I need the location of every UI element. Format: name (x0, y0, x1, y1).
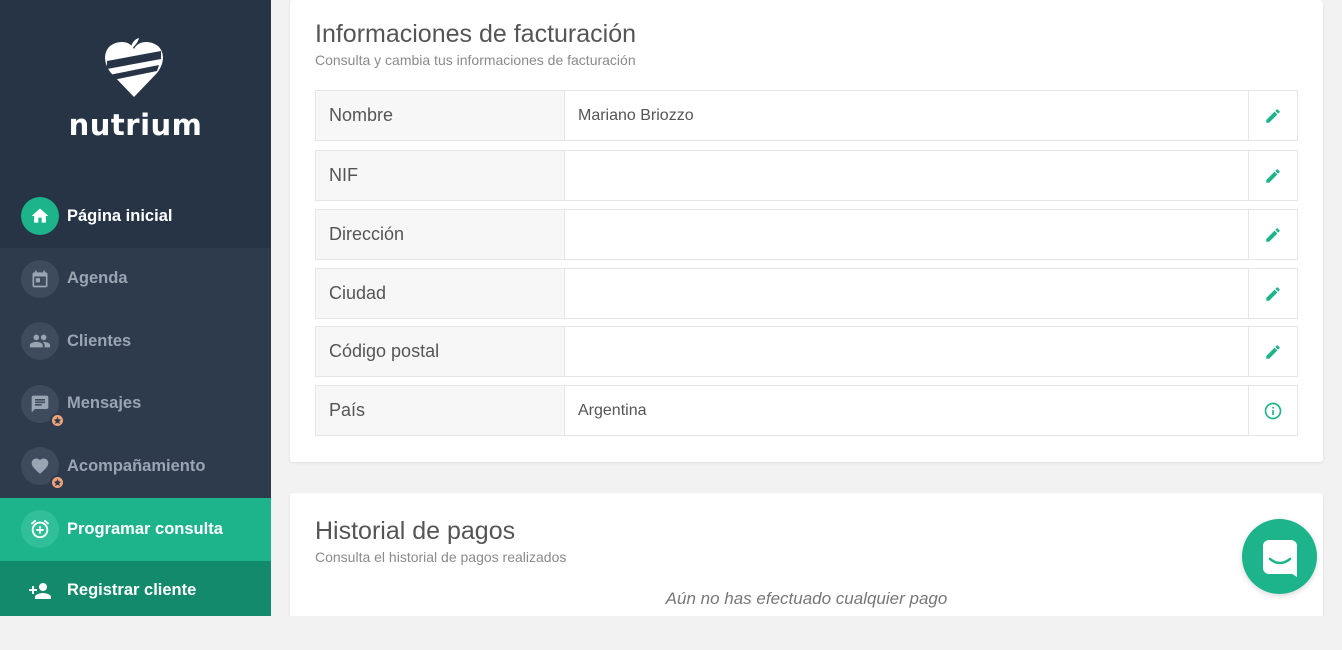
edit-icon (1266, 286, 1280, 301)
nutrium-logo-icon[interactable] (101, 37, 167, 99)
sidebar-item-label: Agenda (67, 269, 128, 288)
billing-row-city: Ciudad (315, 268, 1298, 319)
edit-icon (1266, 108, 1280, 123)
sidebar-item-label: Página inicial (67, 206, 173, 225)
sidebar-item-agenda[interactable]: Agenda (0, 248, 271, 311)
row-label: Código postal (316, 327, 565, 376)
chat-icon (1262, 539, 1297, 577)
billing-row-name: Nombre Mariano Briozzo (315, 90, 1298, 141)
sidebar-item-label: Mensajes (67, 394, 142, 413)
page-footer-area (0, 616, 1342, 650)
edit-name-button[interactable] (1248, 91, 1297, 140)
row-label: País (316, 386, 565, 435)
edit-nif-button[interactable] (1248, 151, 1297, 200)
row-label: Dirección (316, 210, 565, 259)
heart-icon (21, 447, 65, 491)
nutrium-logo-text: nutrium (68, 108, 203, 142)
billing-row-nif: NIF (315, 150, 1298, 201)
sidebar-item-clients[interactable]: Clientes (0, 310, 271, 373)
billing-row-postal-code: Código postal (315, 326, 1298, 377)
edit-address-button[interactable] (1248, 210, 1297, 259)
edit-postal-code-button[interactable] (1248, 327, 1297, 376)
row-value (565, 327, 1248, 376)
row-value: Argentina (578, 401, 647, 419)
payments-subtitle: Consulta el historial de pagos realizado… (315, 549, 567, 565)
row-label: Ciudad (316, 269, 565, 318)
edit-icon (1266, 168, 1280, 183)
sidebar-item-tracking[interactable]: Acompañamiento (0, 435, 271, 498)
star-badge-icon (50, 412, 65, 428)
sidebar-item-label: Clientes (67, 331, 132, 350)
row-value: Mariano Briozzo (578, 106, 694, 124)
sidebar-item-messages[interactable]: Mensajes (0, 373, 271, 436)
row-value (565, 210, 1248, 259)
message-icon (21, 384, 65, 428)
star-badge-icon (50, 475, 65, 491)
row-value (565, 269, 1248, 318)
calendar-icon (21, 259, 59, 298)
register-client-label: Registrar cliente (67, 581, 197, 599)
billing-subtitle: Consulta y cambia tus informaciones de f… (315, 52, 636, 68)
schedule-consultation-button[interactable]: Programar consulta (0, 497, 271, 561)
billing-row-address: Dirección (315, 209, 1298, 260)
payments-empty-message: Aún no has efectuado cualquier pago (665, 589, 948, 608)
person-add-icon (21, 572, 59, 610)
home-icon (21, 197, 59, 236)
row-value (565, 151, 1248, 200)
edit-icon (1266, 227, 1280, 242)
payments-card: Historial de pagos Consulta el historial… (290, 493, 1323, 633)
country-info-button[interactable] (1248, 386, 1297, 435)
sidebar: nutrium Página inicial Agenda Clientes M… (0, 0, 271, 616)
sidebar-item-label: Acompañamiento (67, 456, 206, 475)
info-icon (1264, 402, 1282, 419)
people-icon (21, 322, 59, 361)
edit-city-button[interactable] (1248, 269, 1297, 318)
row-label: Nombre (316, 91, 565, 140)
row-label: NIF (316, 151, 565, 200)
schedule-consultation-label: Programar consulta (67, 519, 223, 538)
sidebar-item-home[interactable]: Página inicial (0, 185, 271, 248)
billing-title: Informaciones de facturación (315, 20, 637, 48)
sidebar-nav: Página inicial Agenda Clientes Mensajes (0, 185, 271, 616)
edit-icon (1266, 344, 1280, 359)
alarm-add-icon (21, 510, 59, 548)
chat-button[interactable] (1242, 519, 1317, 594)
billing-row-country: País Argentina (315, 385, 1298, 436)
register-client-button[interactable]: Registrar cliente (0, 560, 271, 616)
payments-title: Historial de pagos (315, 517, 516, 545)
logo-area: nutrium (0, 0, 271, 185)
